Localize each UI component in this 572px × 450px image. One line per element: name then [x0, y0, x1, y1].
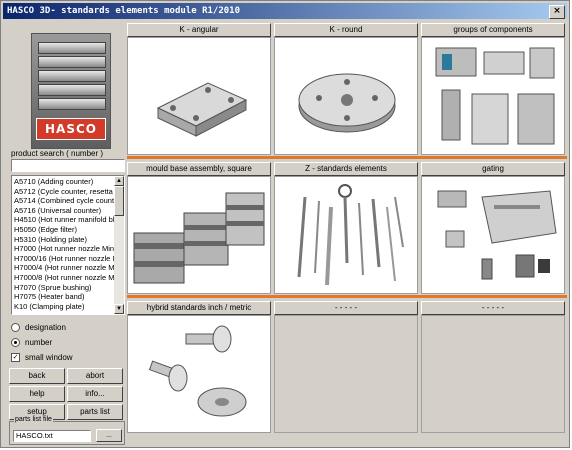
list-item[interactable]: H5310 (Holding plate) [14, 235, 114, 245]
back-button[interactable]: back [9, 368, 65, 384]
tile-label[interactable]: groups of components [421, 23, 565, 37]
tile-label[interactable]: K - round [274, 23, 418, 37]
tile-groups-of-components[interactable]: groups of components [421, 23, 565, 155]
search-input[interactable] [11, 159, 125, 172]
list-item[interactable]: H5050 (Edge filter) [14, 225, 114, 235]
small-window-checkbox[interactable]: ✓ [11, 353, 20, 362]
logo-brand-text: HASCO [36, 118, 106, 140]
gating-image[interactable] [421, 176, 565, 294]
close-icon: × [553, 6, 561, 16]
product-list[interactable]: A5710 (Adding counter) A5712 (Cycle coun… [11, 175, 125, 315]
k-angular-image[interactable] [127, 37, 271, 155]
list-item[interactable]: H7000/16 (Hot runner nozzle I [14, 254, 114, 264]
small-window-label: small window [25, 353, 73, 362]
title-bar: HASCO 3D- standards elements module R1/2… [3, 3, 567, 19]
mould-base-image[interactable] [127, 176, 271, 294]
close-button[interactable]: × [549, 5, 565, 19]
list-item[interactable]: H7000/4 (Hot runner nozzle M [14, 263, 114, 273]
list-item[interactable]: H7075 (Heater band) [14, 292, 114, 302]
tile-k-angular[interactable]: K - angular [127, 23, 271, 155]
tile-label: - - - - - [274, 301, 418, 315]
row-separator [127, 156, 567, 159]
number-option[interactable]: number [11, 338, 52, 347]
k-round-image[interactable] [274, 37, 418, 155]
scroll-thumb[interactable] [114, 186, 124, 216]
tile-label[interactable]: K - angular [127, 23, 271, 37]
small-window-option[interactable]: ✓ small window [11, 353, 73, 362]
empty-tile-body [421, 315, 565, 433]
tile-mould-base-assembly[interactable]: mould base assembly, square [127, 162, 271, 294]
parts-list-button[interactable]: parts list [67, 404, 123, 420]
info-button[interactable]: info... [67, 386, 123, 402]
arrow-down-icon[interactable]: ▼ [114, 304, 124, 314]
hasco-logo: HASCO [31, 33, 111, 149]
list-item[interactable]: H7000 (Hot runner nozzle Min [14, 244, 114, 254]
tile-k-round[interactable]: K - round [274, 23, 418, 155]
tile-hybrid-standards[interactable]: hybrid standards inch / metric [127, 301, 271, 433]
help-button[interactable]: help [9, 386, 65, 402]
window-title: HASCO 3D- standards elements module R1/2… [7, 6, 240, 16]
designation-radio[interactable] [11, 323, 20, 332]
empty-tile-body [274, 315, 418, 433]
tile-label[interactable]: gating [421, 162, 565, 176]
list-item[interactable]: A5712 (Cycle counter, resetta [14, 187, 114, 197]
category-grid: K - angular K - round groups of componen… [127, 23, 567, 445]
hasco-window: HASCO 3D- standards elements module R1/2… [0, 0, 570, 448]
tile-empty-2: - - - - - [421, 301, 565, 433]
groups-image[interactable] [421, 37, 565, 155]
parts-file-legend: parts list file [14, 416, 53, 423]
tile-label[interactable]: Z - standards elements [274, 162, 418, 176]
list-item[interactable]: A5716 (Universal counter) [14, 206, 114, 216]
number-radio[interactable] [11, 338, 20, 347]
search-label: product search ( number ) [11, 149, 104, 158]
list-item[interactable]: H4510 (Hot runner manifold bl [14, 215, 114, 225]
tile-label[interactable]: mould base assembly, square [127, 162, 271, 176]
row-separator [127, 295, 567, 298]
list-item[interactable]: A5710 (Adding counter) [14, 177, 114, 187]
z-standards-image[interactable] [274, 176, 418, 294]
list-scrollbar[interactable]: ▲ ▼ [114, 176, 124, 314]
left-panel: HASCO product search ( number ) A5710 (A… [5, 23, 125, 447]
list-item[interactable]: H7000/8 (Hot runner nozzle M [14, 273, 114, 283]
tile-z-standards-elements[interactable]: Z - standards elements [274, 162, 418, 294]
parts-file-group: parts list file HASCO.txt ... [9, 416, 125, 445]
tile-gating[interactable]: gating [421, 162, 565, 294]
designation-label: designation [25, 323, 66, 332]
hybrid-standards-image[interactable] [127, 315, 271, 433]
tile-empty-1: - - - - - [274, 301, 418, 433]
tile-label: - - - - - [421, 301, 565, 315]
parts-file-input[interactable]: HASCO.txt [13, 430, 91, 442]
abort-button[interactable]: abort [67, 368, 123, 384]
tile-label[interactable]: hybrid standards inch / metric [127, 301, 271, 315]
list-item[interactable]: A5714 (Combined cycle count [14, 196, 114, 206]
list-item[interactable]: H7070 (Sprue bushing) [14, 283, 114, 293]
designation-option[interactable]: designation [11, 323, 66, 332]
arrow-up-icon[interactable]: ▲ [114, 176, 124, 186]
list-item[interactable]: K10 (Clamping plate) [14, 302, 114, 312]
number-label: number [25, 338, 53, 347]
browse-button[interactable]: ... [96, 429, 122, 442]
